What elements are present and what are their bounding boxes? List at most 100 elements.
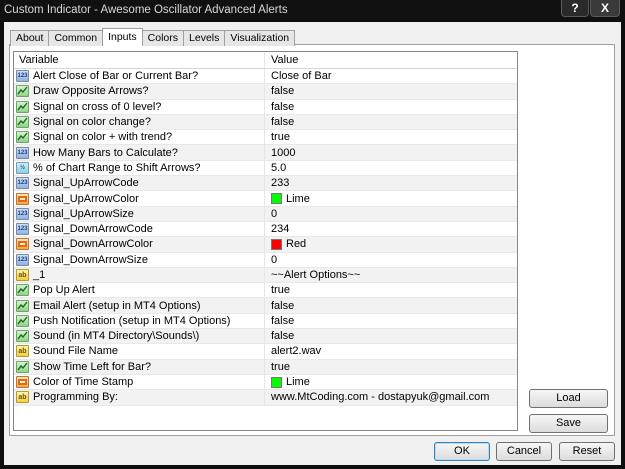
table-row[interactable]: 123 How Many Bars to Calculate? 1000 <box>14 145 517 161</box>
string-type-icon: ab <box>16 391 29 404</box>
variable-cell: 123 Signal_UpArrowCode <box>14 176 265 191</box>
variable-name: Color of Time Stamp <box>33 376 134 389</box>
double-type-icon: ½ <box>16 161 29 174</box>
table-row[interactable]: Push Notification (setup in MT4 Options)… <box>14 313 517 330</box>
reset-button[interactable]: Reset <box>559 442 615 461</box>
table-row[interactable]: 123 Signal_DownArrowSize 0 <box>14 252 517 268</box>
save-button[interactable]: Save <box>529 414 608 433</box>
table-row[interactable]: 123 Signal_UpArrowCode 233 <box>14 176 517 192</box>
close-button[interactable]: X <box>590 0 620 17</box>
tab-visualization[interactable]: Visualization <box>224 30 296 46</box>
color-swatch <box>271 238 282 250</box>
value-cell[interactable]: alert2.wav <box>265 344 517 358</box>
ok-button[interactable]: OK <box>434 442 490 461</box>
help-button[interactable]: ? <box>561 0 589 17</box>
value-cell[interactable]: false <box>265 314 517 328</box>
table-row[interactable]: Sound (in MT4 Directory\Sounds\) false <box>14 329 517 345</box>
value-cell[interactable]: 5.0 <box>265 161 517 175</box>
table-row[interactable]: Signal_UpArrowColor Lime <box>14 191 517 207</box>
grid-rows: 123 Alert Close of Bar or Current Bar? Clo… <box>14 69 517 406</box>
value-cell[interactable]: Lime <box>265 191 517 205</box>
value-cell[interactable]: Red <box>265 237 517 251</box>
variable-cell: ½ % of Chart Range to Shift Arrows? <box>14 160 265 176</box>
variable-cell: Signal on cross of 0 level? <box>14 99 265 114</box>
variable-cell: Signal_DownArrowColor <box>14 237 265 252</box>
tab-about[interactable]: About <box>10 30 50 46</box>
variable-cell: Signal_UpArrowColor <box>14 191 265 206</box>
value-cell[interactable]: Close of Bar <box>265 69 517 83</box>
table-row[interactable]: Pop Up Alert true <box>14 283 517 299</box>
table-row[interactable]: Signal_DownArrowColor Red <box>14 237 517 253</box>
variable-cell: 123 Alert Close of Bar or Current Bar? <box>14 69 265 84</box>
value-cell[interactable]: false <box>265 329 517 343</box>
table-row[interactable]: ½ % of Chart Range to Shift Arrows? 5.0 <box>14 160 517 177</box>
variable-name: Alert Close of Bar or Current Bar? <box>33 70 199 83</box>
integer-type-icon: 123 <box>16 177 29 190</box>
variable-name: Sound (in MT4 Directory\Sounds\) <box>33 330 200 343</box>
value-text: alert2.wav <box>271 345 322 358</box>
tab-levels[interactable]: Levels <box>183 30 226 46</box>
table-row[interactable]: Draw Opposite Arrows? false <box>14 84 517 100</box>
column-header-variable[interactable]: Variable <box>14 52 265 68</box>
table-row[interactable]: Color of Time Stamp Lime <box>14 374 517 391</box>
boolean-type-icon <box>16 284 29 297</box>
variable-name: Pop Up Alert <box>33 284 95 297</box>
tab-colors[interactable]: Colors <box>141 30 185 46</box>
table-row[interactable]: 123 Signal_DownArrowCode 234 <box>14 221 517 238</box>
variable-cell: 123 Signal_UpArrowSize <box>14 206 265 221</box>
variable-name: Push Notification (setup in MT4 Options) <box>33 314 231 327</box>
boolean-type-icon <box>16 330 29 343</box>
tab-common[interactable]: Common <box>48 30 104 46</box>
value-cell[interactable]: 233 <box>265 176 517 190</box>
value-cell[interactable]: true <box>265 283 517 297</box>
table-row[interactable]: ab _1 ~~Alert Options~~ <box>14 267 517 284</box>
value-text: www.MtCoding.com - dostapyuk@gmail.com <box>271 391 490 404</box>
table-row[interactable]: ab Sound File Name alert2.wav <box>14 344 517 360</box>
value-cell[interactable]: true <box>265 360 517 374</box>
table-row[interactable]: Signal on color + with trend? true <box>14 130 517 146</box>
value-cell[interactable]: Lime <box>265 375 517 389</box>
tab-inputs[interactable]: Inputs <box>102 28 143 46</box>
table-row[interactable]: ab Programming By: www.MtCoding.com - dost… <box>14 390 517 406</box>
cancel-button[interactable]: Cancel <box>496 442 552 461</box>
table-row[interactable]: 123 Alert Close of Bar or Current Bar? Clo… <box>14 69 517 85</box>
value-cell[interactable]: ~~Alert Options~~ <box>265 268 517 282</box>
load-button[interactable]: Load <box>529 389 608 408</box>
value-cell[interactable]: false <box>265 84 517 98</box>
value-text: false <box>271 116 295 129</box>
integer-type-icon: 123 <box>16 146 29 159</box>
value-cell[interactable]: 234 <box>265 222 517 236</box>
variable-cell: 123 How Many Bars to Calculate? <box>14 145 265 160</box>
value-text: true <box>271 284 290 297</box>
dialog-body: About Common Inputs Colors Levels Visual… <box>4 22 621 465</box>
table-row[interactable]: Signal on color change? false <box>14 114 517 131</box>
grid-header: Variable Value <box>14 52 517 69</box>
variable-name: Signal_DownArrowColor <box>33 238 153 251</box>
boolean-type-icon <box>16 131 29 144</box>
value-text: 5.0 <box>271 161 287 174</box>
table-row[interactable]: Show Time Left for Bar? true <box>14 359 517 375</box>
value-cell[interactable]: 1000 <box>265 145 517 159</box>
variable-cell: Signal on color + with trend? <box>14 130 265 145</box>
variable-name: Signal_DownArrowSize <box>33 253 148 266</box>
table-row[interactable]: Email Alert (setup in MT4 Options) false <box>14 298 517 314</box>
value-cell[interactable]: 0 <box>265 207 517 221</box>
value-text: false <box>271 85 295 98</box>
value-cell[interactable]: 0 <box>265 253 517 267</box>
column-header-value[interactable]: Value <box>265 52 517 68</box>
table-row[interactable]: Signal on cross of 0 level? false <box>14 99 517 115</box>
boolean-type-icon <box>16 116 29 129</box>
color-swatch <box>271 376 282 388</box>
variable-name: Signal on color + with trend? <box>33 131 173 144</box>
table-row[interactable]: 123 Signal_UpArrowSize 0 <box>14 206 517 222</box>
value-cell[interactable]: www.MtCoding.com - dostapyuk@gmail.com <box>265 390 517 404</box>
title-bar[interactable]: Custom Indicator - Awesome Oscillator Ad… <box>0 0 625 20</box>
value-text: false <box>271 314 295 327</box>
value-cell[interactable]: true <box>265 130 517 144</box>
boolean-type-icon <box>16 360 29 373</box>
value-text: true <box>271 360 290 373</box>
value-cell[interactable]: false <box>265 115 517 129</box>
color-type-icon <box>16 192 29 205</box>
value-cell[interactable]: false <box>265 100 517 114</box>
value-cell[interactable]: false <box>265 298 517 312</box>
